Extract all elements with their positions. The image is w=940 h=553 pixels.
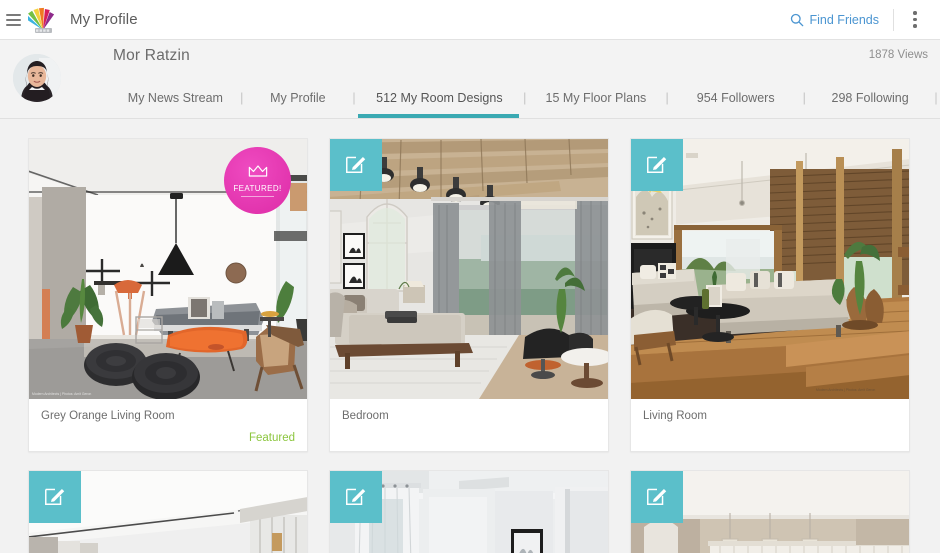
profile-body: Mor Ratzin 1878 Views My News Stream | M… — [61, 40, 940, 118]
design-card[interactable]: Modern Architects | Photos: Amit Geron F… — [28, 138, 308, 452]
avatar[interactable] — [13, 54, 61, 102]
profile-name: Mor Ratzin — [113, 47, 190, 64]
design-card-meta: Living Room — [631, 399, 909, 451]
profile-header: Mor Ratzin 1878 Views My News Stream | M… — [0, 40, 940, 119]
tab-separator: | — [523, 91, 527, 105]
top-app-bar: My Profile Find Friends — [0, 0, 940, 40]
edit-design-button[interactable] — [631, 471, 683, 523]
tab-followers[interactable]: 954 Followers — [671, 78, 800, 118]
svg-text:Modern Architects | Photos: Am: Modern Architects | Photos: Amit Geron — [816, 388, 875, 392]
tab-separator: | — [934, 91, 938, 105]
search-icon — [790, 13, 804, 27]
badge-underline — [241, 196, 274, 197]
design-title: Living Room — [643, 410, 707, 422]
vertical-dots-icon[interactable] — [904, 8, 926, 32]
design-card[interactable]: Modern Architects | Photos: Amit Geron L… — [630, 138, 910, 452]
edit-design-button[interactable] — [29, 471, 81, 523]
edit-pencil-icon — [43, 483, 67, 512]
views-count: 1878 Views — [868, 49, 928, 61]
hamburger-line — [6, 23, 21, 26]
design-thumbnail[interactable]: Modern Architects | Photos: Amit Geron F… — [29, 139, 307, 399]
design-thumbnail[interactable] — [330, 139, 608, 399]
edit-pencil-icon — [344, 483, 368, 512]
edit-pencil-icon — [645, 483, 669, 512]
avatar-photo — [13, 54, 61, 102]
hamburger-menu-icon[interactable] — [6, 10, 26, 30]
topbar-divider — [893, 8, 894, 31]
profile-tabs: My News Stream | My Profile | 512 My Roo… — [113, 78, 940, 118]
dot — [913, 17, 917, 22]
dot — [913, 24, 917, 28]
edit-pencil-icon — [645, 151, 669, 180]
design-thumbnail[interactable]: Modern Architects | Photos: Amit Geron — [631, 139, 909, 399]
dot — [913, 11, 917, 15]
svg-text:Modern Architects | Photos: Am: Modern Architects | Photos: Amit Geron — [32, 392, 91, 396]
design-card-meta: Grey Orange Living Room Featured — [29, 399, 307, 451]
design-thumbnail[interactable] — [29, 471, 307, 553]
find-friends-button[interactable]: Find Friends — [780, 9, 889, 31]
design-card[interactable] — [630, 470, 910, 553]
tab-my-room-designs[interactable]: 512 My Room Designs — [358, 78, 521, 118]
design-title: Bedroom — [342, 410, 389, 422]
tab-my-news-stream[interactable]: My News Stream — [113, 78, 238, 118]
tab-following[interactable]: 298 Following — [808, 78, 932, 118]
tab-separator: | — [802, 91, 806, 105]
edit-design-button[interactable] — [631, 139, 683, 191]
featured-flag: Featured — [248, 432, 295, 444]
designs-scroll-area[interactable]: Modern Architects | Photos: Amit Geron F… — [0, 119, 940, 553]
designs-grid: Modern Architects | Photos: Amit Geron F… — [0, 138, 940, 553]
tab-separator: | — [240, 91, 244, 105]
topbar-actions: Find Friends — [780, 8, 926, 32]
design-thumbnail[interactable] — [631, 471, 909, 553]
app-title: My Profile — [70, 11, 138, 28]
find-friends-label: Find Friends — [809, 12, 879, 27]
hamburger-line — [6, 18, 21, 21]
design-card[interactable]: Bedroom — [329, 138, 609, 452]
featured-badge-label: FEATURED! — [233, 184, 282, 193]
design-title: Grey Orange Living Room — [41, 410, 175, 422]
edit-design-button[interactable] — [330, 139, 382, 191]
design-card[interactable] — [28, 470, 308, 553]
edit-design-button[interactable] — [330, 471, 382, 523]
tab-separator: | — [352, 91, 356, 105]
tab-my-floor-plans[interactable]: 15 My Floor Plans — [529, 78, 663, 118]
color-fan-logo-icon[interactable] — [28, 6, 58, 34]
crown-icon — [248, 164, 268, 182]
design-thumbnail[interactable] — [330, 471, 608, 553]
tab-my-profile[interactable]: My Profile — [246, 78, 350, 118]
design-card[interactable] — [329, 470, 609, 553]
edit-pencil-icon — [344, 151, 368, 180]
tab-separator: | — [665, 91, 669, 105]
featured-badge[interactable]: FEATURED! — [224, 147, 291, 214]
hamburger-line — [6, 13, 21, 16]
logo-svg — [28, 7, 55, 33]
design-card-meta: Bedroom — [330, 399, 608, 451]
